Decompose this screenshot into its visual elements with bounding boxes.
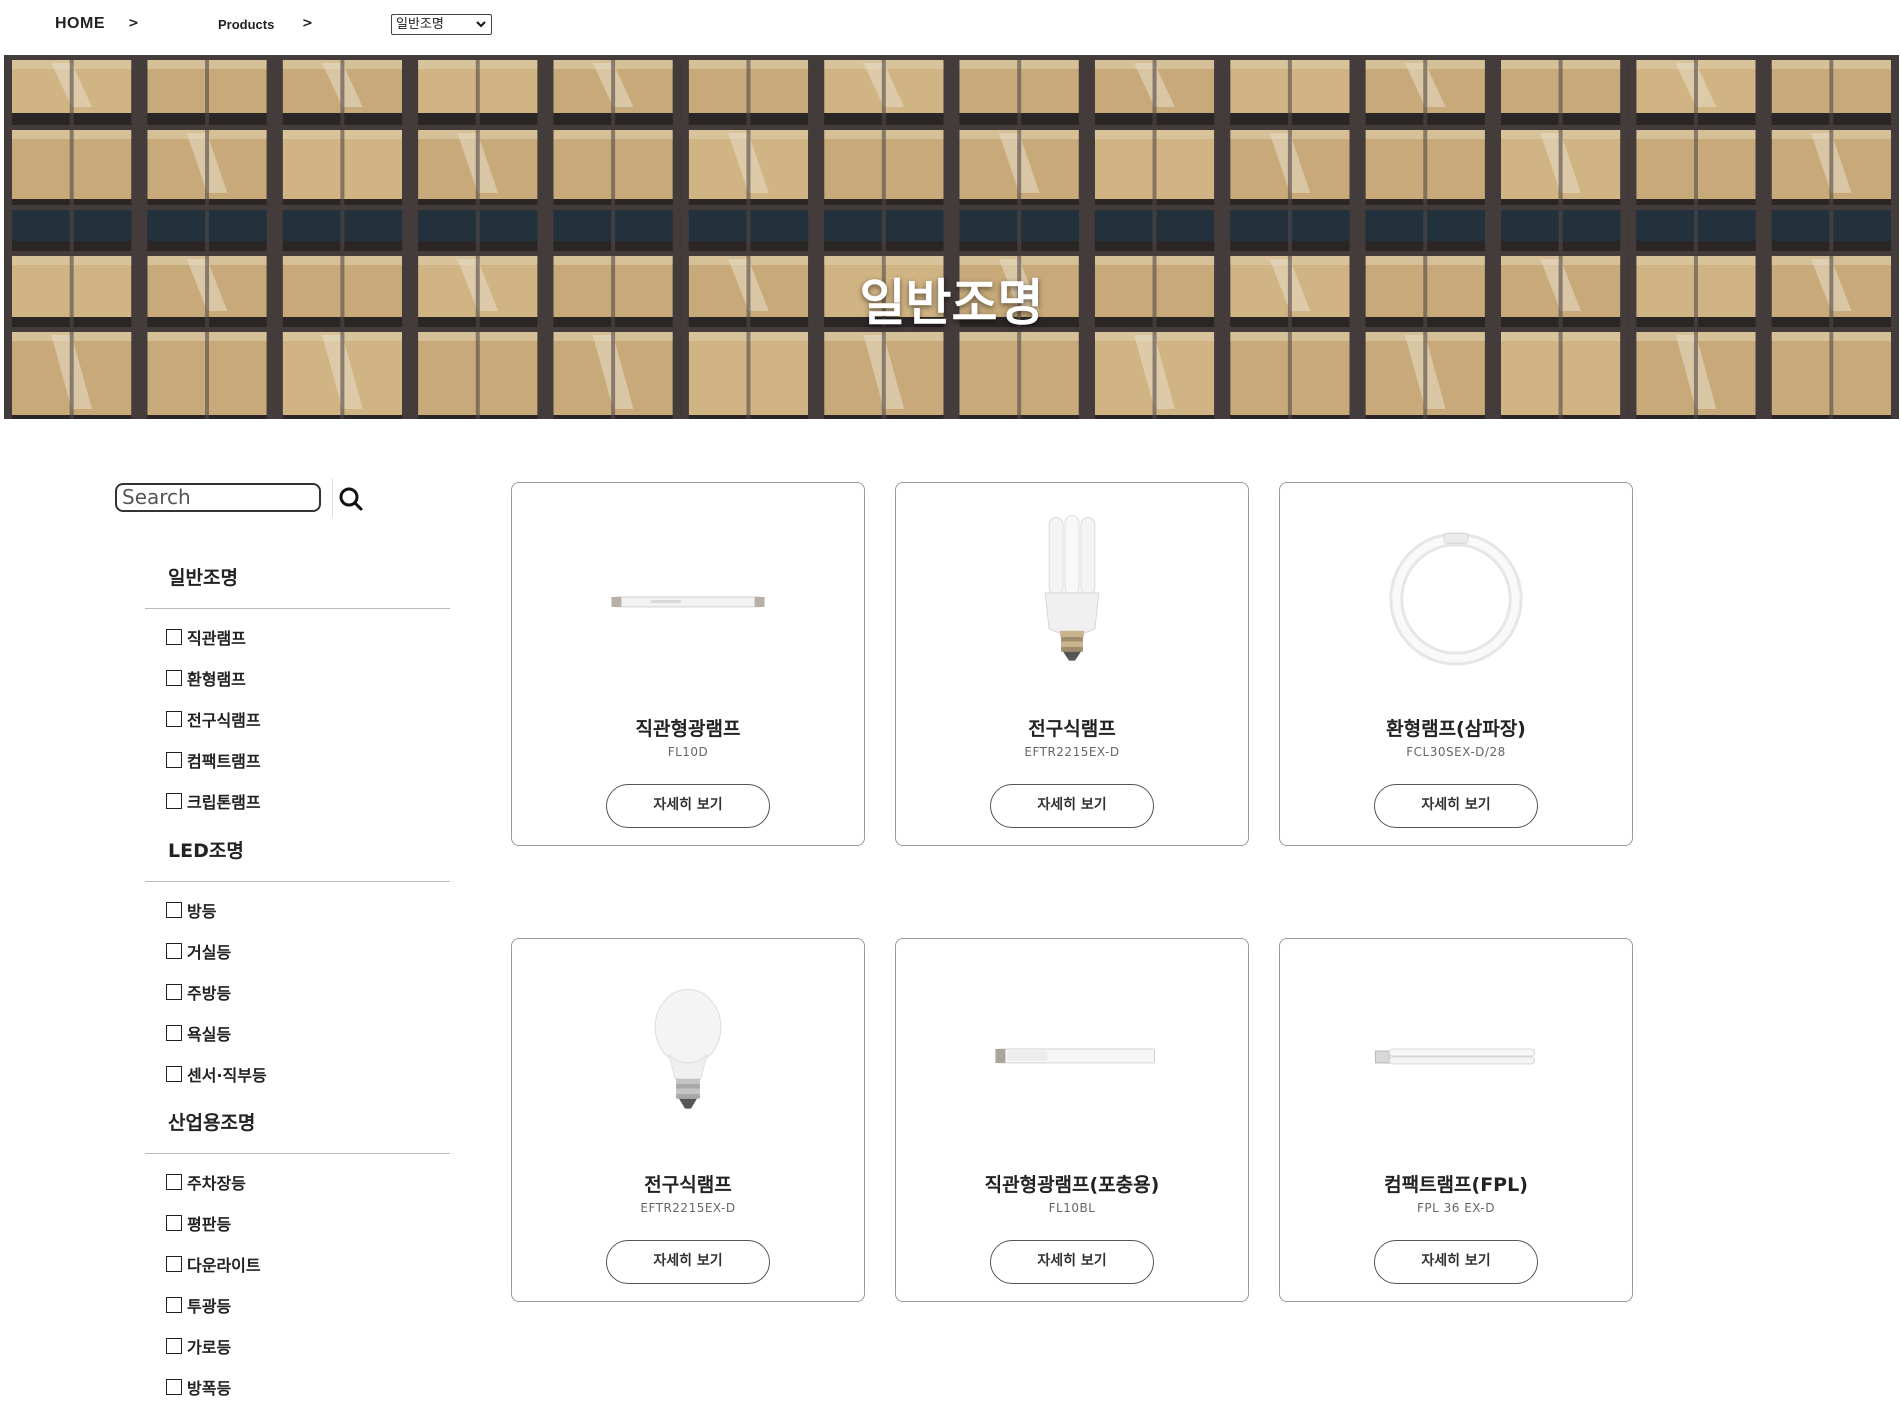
office-windows-image [4,55,1899,419]
checkbox[interactable] [166,752,182,768]
filter-label: 욕실등 [187,1025,232,1044]
filter-item[interactable]: 환형램프 [166,668,246,689]
checkbox[interactable] [166,793,182,809]
product-code: EFTR2215EX-D [640,1201,736,1215]
product-code: FL10D [667,745,709,759]
checkbox[interactable] [166,1338,182,1354]
search-input[interactable] [122,485,312,509]
checkbox[interactable] [166,902,182,918]
filter-item[interactable]: 크립톤램프 [166,791,261,812]
product-card[interactable]: 전구식램프 EFTR2215EX-D 자세히 보기 [895,482,1249,846]
circular-lamp-icon [1389,532,1523,666]
filter-label: 컴팩트램프 [187,752,261,771]
filter-label: 평판등 [187,1215,232,1234]
checkbox[interactable] [166,1297,182,1313]
filter-item[interactable]: 주차장등 [166,1172,246,1193]
checkbox[interactable] [166,943,182,959]
checkbox[interactable] [166,1379,182,1395]
filter-item[interactable]: 주방등 [166,982,232,1003]
sidebar-group-title: LED조명 [168,840,244,862]
filter-label: 방등 [187,902,217,921]
category-select-value: 일반조명 [396,17,444,32]
checkbox[interactable] [166,1256,182,1272]
filter-item[interactable]: 센서·직부등 [166,1064,267,1085]
category-select[interactable]: 일반조명 [391,14,492,35]
compact-bulb-icon [1044,514,1100,661]
filter-item[interactable]: 가로등 [166,1336,232,1357]
breadcrumb-products-link[interactable]: Products [218,17,274,32]
product-code: FL10BL [1048,1201,1096,1215]
hero-title: 일반조명 [859,274,1044,332]
checkbox[interactable] [166,711,182,727]
filter-item[interactable]: 평판등 [166,1213,232,1234]
filter-label: 크립톤램프 [187,793,261,812]
product-name: 직관형광램프(포충용) [984,1174,1160,1196]
view-details-button[interactable]: 자세히 보기 [990,784,1154,828]
view-details-button[interactable]: 자세히 보기 [1374,784,1538,828]
filter-item[interactable]: 직관램프 [166,627,246,648]
filter-label: 투광등 [187,1297,232,1316]
breadcrumb: HOME > Products > 일반조명 [0,0,1902,54]
fpl-lamp-icon [1374,1048,1536,1065]
breadcrumb-separator: > [128,16,139,31]
filter-label: 센서·직부등 [187,1066,267,1085]
checkbox[interactable] [166,1215,182,1231]
divider [145,1153,450,1154]
sidebar-group-title: 일반조명 [168,567,238,589]
product-code: FCL30SEX-D/28 [1406,745,1506,759]
sidebar-group-title: 산업용조명 [168,1112,256,1134]
view-details-button[interactable]: 자세히 보기 [990,1240,1154,1284]
filter-label: 주방등 [187,984,232,1003]
filter-item[interactable]: 방폭등 [166,1377,232,1398]
view-details-button[interactable]: 자세히 보기 [1374,1240,1538,1284]
checkbox[interactable] [166,670,182,686]
breadcrumb-separator: > [302,16,313,31]
view-details-button[interactable]: 자세히 보기 [606,1240,770,1284]
product-name: 컴팩트램프(FPL) [1384,1174,1528,1196]
filter-item[interactable]: 투광등 [166,1295,232,1316]
checkbox[interactable] [166,1025,182,1041]
checkbox[interactable] [166,1174,182,1190]
checkbox[interactable] [166,1066,182,1082]
checkbox[interactable] [166,629,182,645]
breadcrumb-home-link[interactable]: HOME [55,15,105,33]
filter-label: 방폭등 [187,1379,232,1398]
product-name: 전구식램프 [644,1174,732,1196]
filter-label: 직관램프 [187,629,246,648]
view-details-button[interactable]: 자세히 보기 [606,784,770,828]
checkbox[interactable] [166,984,182,1000]
divider [145,881,450,882]
incandescent-bulb-icon [654,988,722,1109]
product-card[interactable]: 환형램프(삼파장) FCL30SEX-D/28 자세히 보기 [1279,482,1633,846]
filter-label: 다운라이트 [187,1256,261,1275]
product-card[interactable]: 직관형광램프(포충용) FL10BL 자세히 보기 [895,938,1249,1302]
filter-label: 주차장등 [187,1174,246,1193]
product-card[interactable]: 직관형광램프 FL10D 자세히 보기 [511,482,865,846]
filter-label: 환형램프 [187,670,246,689]
product-code: FPL 36 EX-D [1417,1201,1495,1215]
product-code: EFTR2215EX-D [1024,745,1120,759]
product-name: 전구식램프 [1028,718,1116,740]
search-box [115,483,321,512]
divider [145,608,450,609]
filter-label: 가로등 [187,1338,232,1357]
filter-label: 전구식램프 [187,711,261,730]
filter-item[interactable]: 욕실등 [166,1023,232,1044]
filter-item[interactable]: 거실등 [166,941,232,962]
product-name: 환형램프(삼파장) [1386,718,1526,740]
chevron-down-icon [476,21,486,28]
tube-lamp-icon [611,596,765,608]
search-button[interactable] [332,479,370,517]
filter-label: 거실등 [187,943,232,962]
tube-lamp-icon [995,1048,1156,1064]
filter-item[interactable]: 컴팩트램프 [166,750,261,771]
filter-item[interactable]: 방등 [166,900,217,921]
search-icon [339,487,363,511]
filter-item[interactable]: 전구식램프 [166,709,261,730]
product-card[interactable]: 컴팩트램프(FPL) FPL 36 EX-D 자세히 보기 [1279,938,1633,1302]
hero-banner: 일반조명 [4,55,1899,419]
product-card[interactable]: 전구식램프 EFTR2215EX-D 자세히 보기 [511,938,865,1302]
product-name: 직관형광램프 [635,718,741,740]
filter-item[interactable]: 다운라이트 [166,1254,261,1275]
